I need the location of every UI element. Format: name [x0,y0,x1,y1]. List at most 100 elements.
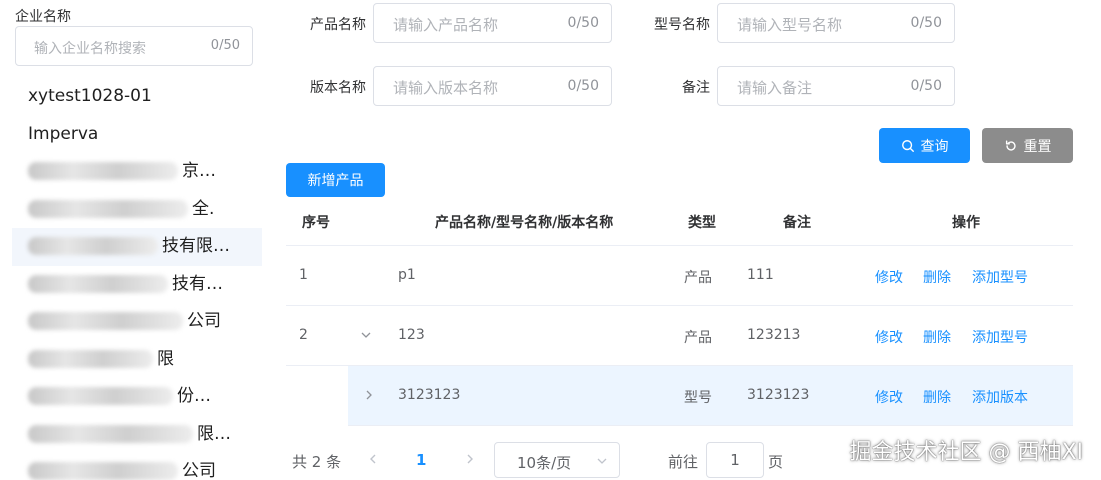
version-name-placeholder: 请输入版本名称 [393,79,499,97]
row-name: p1 [398,267,416,283]
refresh-icon [1005,139,1016,151]
row-name: 123 [398,327,425,343]
row-type: 产品 [684,270,712,286]
enterprise-list: xytest1028-01 Imperva 京… 全. 技有限… 技有… 公司 … [12,78,262,480]
search-icon [901,139,914,152]
enterprise-item[interactable]: 公司 [12,303,262,341]
enterprise-item-label: 公司 [187,311,221,331]
remark-placeholder: 请输入备注 [737,79,813,97]
product-name-count: 0/50 [567,15,599,31]
table-row: 1 p1 产品 111 修改 删除 添加型号 [286,246,1073,306]
blurred-text [28,199,188,218]
header-type: 类型 [688,215,716,231]
enterprise-item-label: Imperva [28,123,99,144]
enterprise-item[interactable]: 全. [12,191,262,229]
watermark-text: 掘金技术社区 @ 西柚XI [849,440,1083,465]
add-model-link[interactable]: 添加型号 [972,327,1028,347]
chevron-right-icon[interactable] [362,388,376,402]
row-remark: 111 [747,267,774,283]
row-type: 产品 [684,330,712,346]
row-index: 2 [299,327,308,343]
enterprise-item-label: 公司 [182,461,216,480]
enterprise-item-label: 限… [197,423,231,444]
enterprise-item[interactable]: 京… [12,153,262,191]
add-model-link[interactable]: 添加型号 [972,267,1028,287]
chevron-down-icon [595,454,609,468]
add-product-button[interactable]: 新增产品 [286,163,385,197]
chevron-right-icon[interactable] [463,452,477,466]
enterprise-item[interactable]: 份… [12,378,262,416]
enterprise-item-label: 限 [157,348,174,369]
edit-link[interactable]: 修改 [875,327,903,347]
query-button[interactable]: 查询 [879,128,970,163]
version-name-count: 0/50 [567,78,599,94]
reset-button[interactable]: 重置 [982,128,1073,163]
version-name-input[interactable]: 请输入版本名称 0/50 [373,66,612,106]
enterprise-item-label: xytest1028-01 [28,86,152,106]
enterprise-item[interactable]: 技有… [12,266,262,304]
enterprise-item[interactable]: 限… [12,416,262,454]
pagination-current-page[interactable]: 1 [416,451,426,469]
blurred-text [28,237,158,255]
model-name-placeholder: 请输入型号名称 [737,16,843,34]
enterprise-panel: 企业名称 输入企业名称搜索 0/50 xytest1028-01 Imperva… [0,0,262,480]
edit-link[interactable]: 修改 [875,267,903,287]
enterprise-search-input[interactable]: 输入企业名称搜索 0/50 [15,26,253,66]
enterprise-item-label: 份… [177,386,211,406]
header-remark: 备注 [783,215,811,231]
chevron-down-icon[interactable] [359,328,373,342]
blurred-text [28,349,153,368]
goto-page-input[interactable]: 1 [706,442,764,478]
enterprise-search-count: 0/50 [210,38,240,53]
header-index: 序号 [302,215,330,231]
model-name-count: 0/50 [910,15,942,31]
row-name: 3123123 [398,387,461,403]
add-version-link[interactable]: 添加版本 [972,387,1028,407]
row-type: 型号 [684,390,712,406]
model-name-label: 型号名称 [654,17,710,33]
chevron-left-icon[interactable] [366,452,380,466]
header-actions: 操作 [952,215,980,231]
reset-button-label: 重置 [1023,138,1052,155]
remark-label: 备注 [682,80,710,96]
enterprise-item-label: 全. [192,198,215,219]
enterprise-label: 企业名称 [15,9,71,25]
blurred-text [28,162,178,180]
enterprise-item[interactable]: xytest1028-01 [12,78,262,116]
row-index: 1 [299,267,308,283]
blurred-text [28,462,178,480]
enterprise-search-placeholder: 输入企业名称搜索 [34,41,146,57]
remark-count: 0/50 [910,78,942,94]
enterprise-item-label: 京… [182,161,216,181]
remark-input[interactable]: 请输入备注 0/50 [717,66,955,106]
edit-link[interactable]: 修改 [875,387,903,407]
product-name-input[interactable]: 请输入产品名称 0/50 [373,3,612,43]
enterprise-item-selected[interactable]: 技有限… [12,228,262,266]
row-indent [286,366,348,426]
delete-link[interactable]: 删除 [923,327,951,347]
enterprise-item-label: 技有限… [162,236,230,256]
enterprise-item[interactable]: 限 [12,341,262,379]
page-size-select[interactable]: 10条/页 [494,442,620,478]
delete-link[interactable]: 删除 [923,387,951,407]
pagination-total: 共 2 条 [292,453,342,471]
table-row: 2 123 产品 123213 修改 删除 添加型号 [286,306,1073,366]
product-name-label: 产品名称 [310,17,366,33]
add-product-button-label: 新增产品 [307,173,364,189]
row-remark: 123213 [747,327,801,343]
blurred-text [28,274,168,293]
blurred-text [28,312,183,330]
goto-label: 前往 [668,453,699,471]
blurred-text [28,387,173,405]
goto-unit-label: 页 [768,453,784,471]
query-button-label: 查询 [920,138,949,155]
product-table: 序号 产品名称/型号名称/版本名称 类型 备注 操作 1 p1 产品 111 修… [286,198,1073,426]
enterprise-item[interactable]: 公司 [12,453,262,480]
delete-link[interactable]: 删除 [923,267,951,287]
enterprise-item[interactable]: Imperva [12,116,262,154]
table-row-child: 3123123 型号 3123123 修改 删除 添加版本 [286,366,1073,426]
model-name-input[interactable]: 请输入型号名称 0/50 [717,3,955,43]
app-root: 企业名称 输入企业名称搜索 0/50 xytest1028-01 Imperva… [0,0,1101,480]
table-header: 序号 产品名称/型号名称/版本名称 类型 备注 操作 [286,198,1073,246]
row-remark: 3123123 [747,387,810,403]
